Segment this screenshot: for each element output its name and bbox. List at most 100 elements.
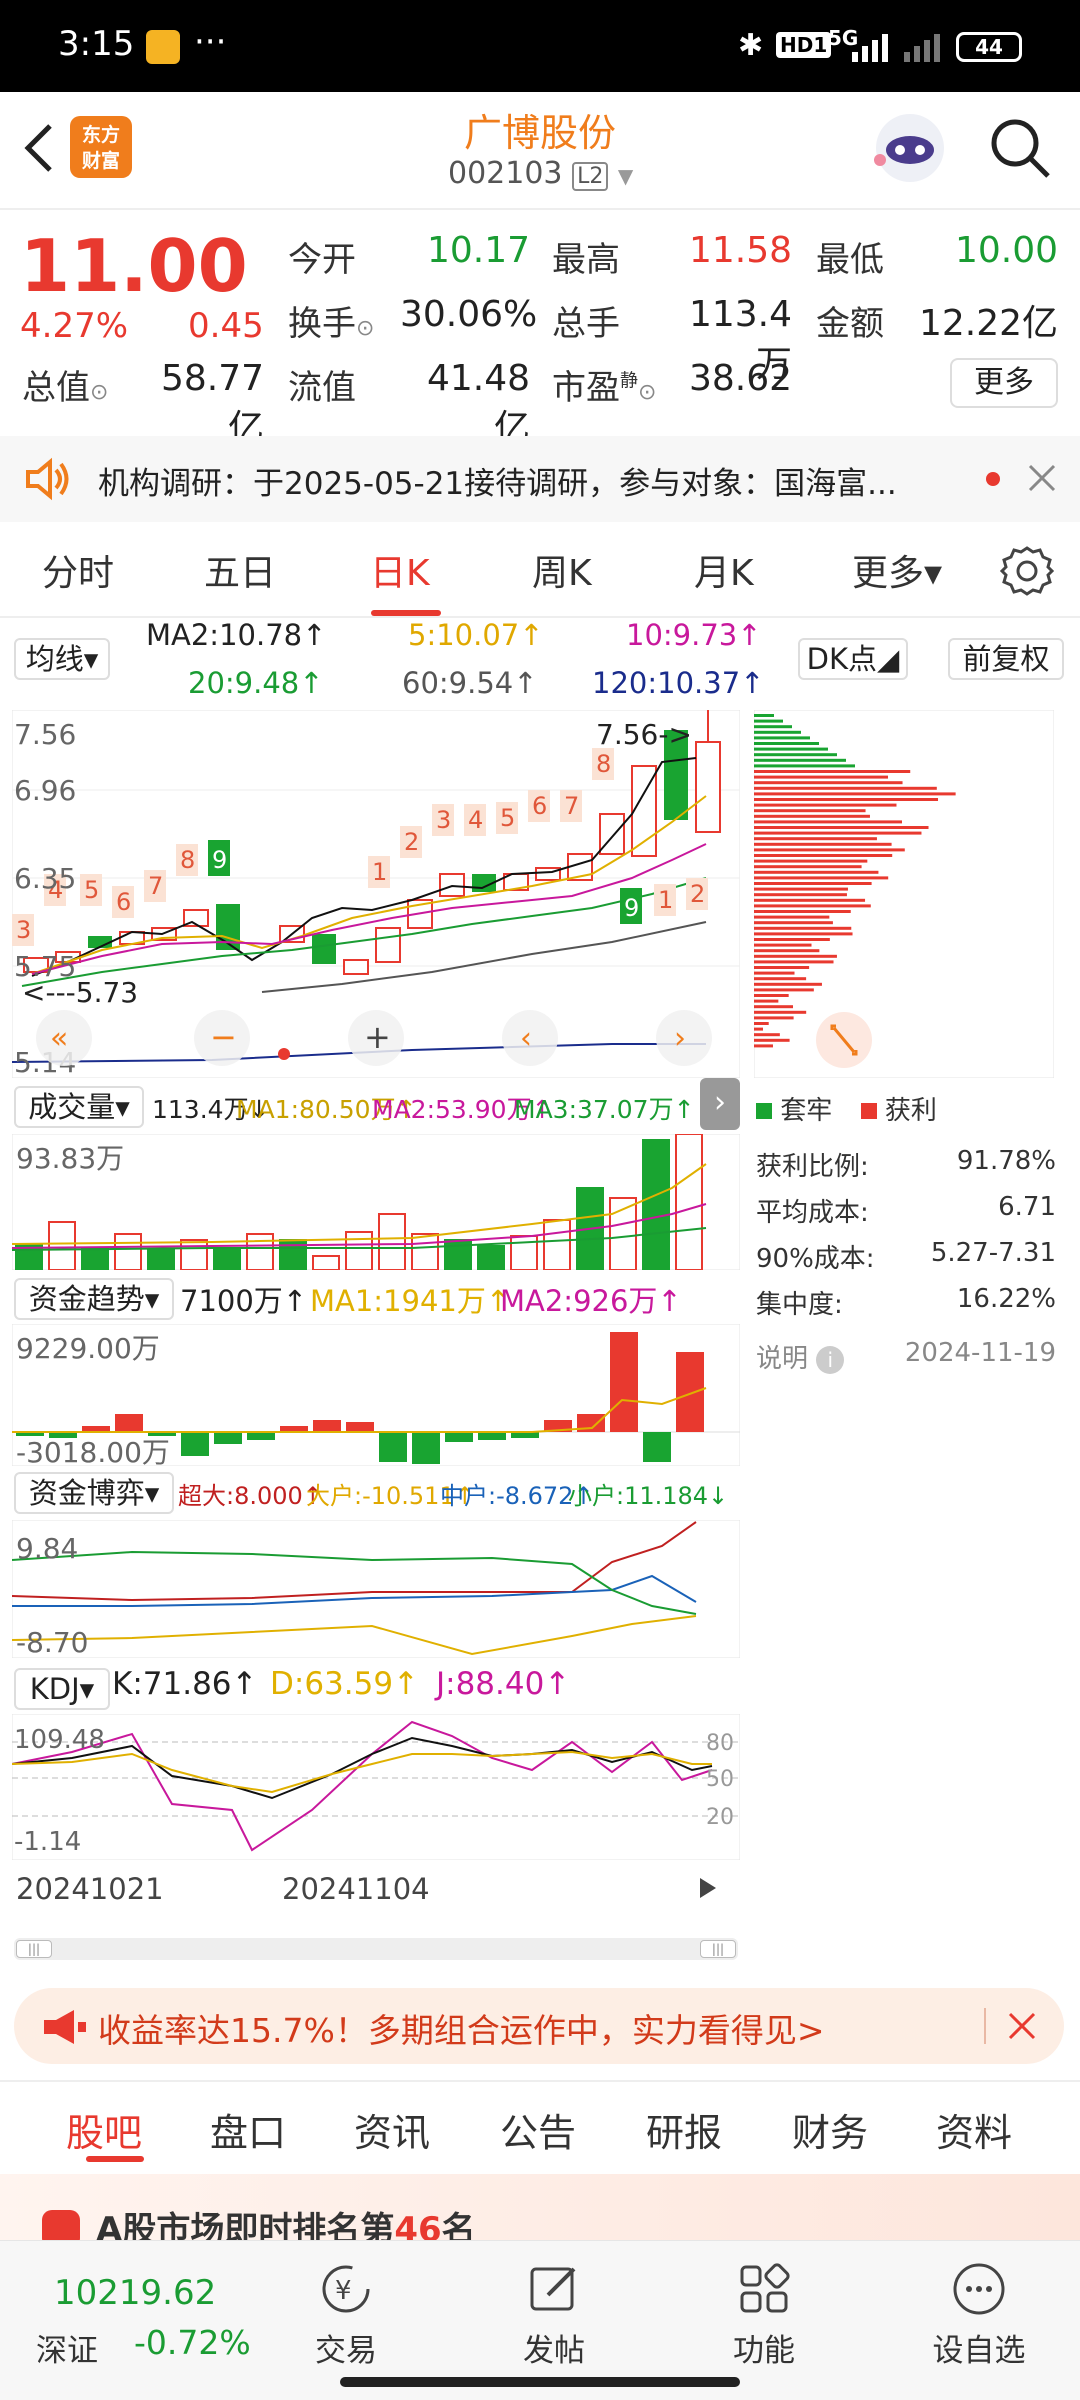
time-scroller[interactable]: ||| |||: [14, 1938, 738, 1960]
ma5-value: 5:10.07↑: [408, 618, 544, 652]
robot-assistant-icon[interactable]: [872, 110, 948, 186]
fund-trend-chart[interactable]: 9229.00万 -3018.00万: [12, 1324, 740, 1466]
scroller-handle-right[interactable]: |||: [700, 1940, 736, 1958]
info-icon[interactable]: ⊙: [90, 380, 108, 405]
notice-bar[interactable]: 机构调研：于2025-05-21接待调研，参与对象：国海富...: [0, 436, 1080, 522]
chip-note-row[interactable]: 说明 i 2024-11-19: [756, 1338, 1056, 1384]
volume-select[interactable]: 成交量▾: [14, 1086, 144, 1128]
fund-bar: [214, 1432, 242, 1444]
date-start: 20241021: [16, 1872, 164, 1906]
info-icon[interactable]: ⊙: [638, 380, 656, 405]
more-button[interactable]: 更多: [950, 358, 1058, 408]
ad-divider: [984, 2008, 986, 2044]
svg-text:«: «: [50, 1021, 68, 1056]
search-icon[interactable]: [988, 116, 1052, 180]
fund-ma2: MA2:926万↑: [500, 1284, 682, 1318]
float-label: 流值: [288, 368, 356, 408]
chip-bar: [754, 966, 810, 969]
tab-research[interactable]: 研报: [646, 2102, 722, 2157]
add-watchlist-button[interactable]: 设自选: [924, 2261, 1034, 2370]
volume-chart[interactable]: 93.83万: [12, 1134, 740, 1270]
adjust-button[interactable]: 前复权: [948, 638, 1064, 680]
kdj-select[interactable]: KDJ▾: [14, 1668, 110, 1710]
min-price-marker: <---5.73: [22, 976, 138, 1009]
dk-point-button[interactable]: DK点◢: [798, 638, 908, 680]
trade-button[interactable]: ¥ 交易: [296, 2261, 396, 2370]
chip-stat-row: 90%成本: 5.27-7.31: [756, 1238, 1056, 1284]
settings-gear-icon[interactable]: [1000, 544, 1054, 598]
open-value: 10.17: [426, 230, 530, 271]
tab-finance[interactable]: 财务: [792, 2102, 868, 2157]
chip-bar: [754, 960, 834, 964]
close-icon[interactable]: [1026, 462, 1058, 494]
stock-code-row[interactable]: 002103 L2 ▼: [448, 156, 633, 191]
ma10-value: 10:9.73↑: [626, 618, 762, 652]
change-percent: 4.27%: [20, 306, 129, 346]
chip-bar: [754, 994, 789, 997]
volume-bar: [180, 1239, 208, 1270]
fund-bar: [115, 1414, 143, 1432]
scroller-handle-left[interactable]: |||: [16, 1940, 52, 1958]
tab-more[interactable]: 更多▾: [852, 544, 942, 596]
date-mid: 20241104: [282, 1872, 430, 1906]
volume-bar: [411, 1233, 439, 1270]
fund-bar: [643, 1432, 671, 1462]
ma2-value: MA2:10.78↑: [146, 618, 327, 652]
tab-pankou[interactable]: 盘口: [210, 2102, 286, 2157]
turnover-value: 30.06%: [400, 294, 538, 335]
fund-bar: [181, 1432, 209, 1456]
play-icon[interactable]: [698, 1876, 718, 1900]
signal-dot: [278, 1048, 290, 1060]
rank-number: 46: [394, 2210, 442, 2240]
chip-bar: [754, 770, 911, 773]
kdj-axis-min: -1.14: [14, 1827, 81, 1857]
rank-banner[interactable]: A股市场即时排名第46名: [0, 2174, 1080, 2240]
ma-select[interactable]: 均线▾: [14, 638, 110, 680]
volume-axis-max: 93.83万: [16, 1142, 124, 1175]
bluetooth-icon: ✱: [738, 28, 764, 63]
candle: [695, 741, 721, 833]
high-value: 11.58: [688, 230, 792, 271]
period-tabs: 分时 五日 日K 周K 月K 更多▾: [0, 530, 1080, 616]
chip-bar: [754, 820, 902, 824]
amount-value: 12.22亿: [918, 303, 1058, 344]
index-value[interactable]: 10219.62: [54, 2273, 216, 2313]
game-axis-min: -8.70: [16, 1626, 88, 1658]
tab-intraday[interactable]: 分时: [42, 544, 114, 596]
kdj-chart[interactable]: 109.48 -1.14 80 50 20: [12, 1714, 740, 1860]
chip-distribution-chart[interactable]: [754, 710, 1054, 1078]
seq-label: 1: [658, 886, 673, 914]
function-button[interactable]: 功能: [714, 2261, 814, 2370]
chip-stat-label: 获利比例:: [756, 1152, 869, 1182]
tab-daily-k[interactable]: 日K: [370, 544, 430, 596]
volume-bar: [213, 1247, 241, 1270]
close-icon[interactable]: [1006, 2010, 1038, 2042]
tab-announcement[interactable]: 公告: [500, 2102, 576, 2157]
fund-game-select[interactable]: 资金博弈▾: [14, 1472, 174, 1514]
legend-trapped-swatch: [756, 1103, 772, 1119]
chip-bar: [754, 719, 783, 723]
tab-weekly-k[interactable]: 周K: [532, 544, 592, 596]
chip-bar: [754, 809, 866, 813]
tab-guba[interactable]: 股吧: [66, 2102, 142, 2157]
fund-trend-select[interactable]: 资金趋势▾: [14, 1278, 174, 1320]
tab-five-day[interactable]: 五日: [204, 544, 276, 596]
fund-game-chart[interactable]: 9.84 -8.70: [12, 1520, 740, 1658]
hd-badge: HD1: [776, 32, 832, 58]
info-icon[interactable]: ⊙: [356, 316, 374, 341]
svg-text:−: −: [210, 1018, 237, 1056]
edit-icon: [530, 2267, 576, 2311]
tab-monthly-k[interactable]: 月K: [694, 544, 754, 596]
post-button[interactable]: 发帖: [504, 2261, 604, 2370]
tab-profile[interactable]: 资料: [936, 2102, 1012, 2157]
amount-label: 金额: [816, 304, 884, 344]
chip-stat-row: 平均成本: 6.71: [756, 1192, 1056, 1238]
volume-bar: [477, 1245, 505, 1270]
kline-chart[interactable]: 3 4 5 6 7 8 9 1 2 3 4 5 6 7 8 9 1 2 7.56…: [12, 710, 740, 1078]
seq-label: 9: [212, 846, 227, 874]
section-divider: [0, 2080, 1080, 2082]
seq-label: 2: [690, 880, 705, 908]
expand-panel-button[interactable]: ›: [700, 1078, 740, 1130]
tab-news[interactable]: 资讯: [354, 2102, 430, 2157]
ad-banner[interactable]: 收益率达15.7%！多期组合运作中，实力看得见>: [14, 1988, 1064, 2064]
